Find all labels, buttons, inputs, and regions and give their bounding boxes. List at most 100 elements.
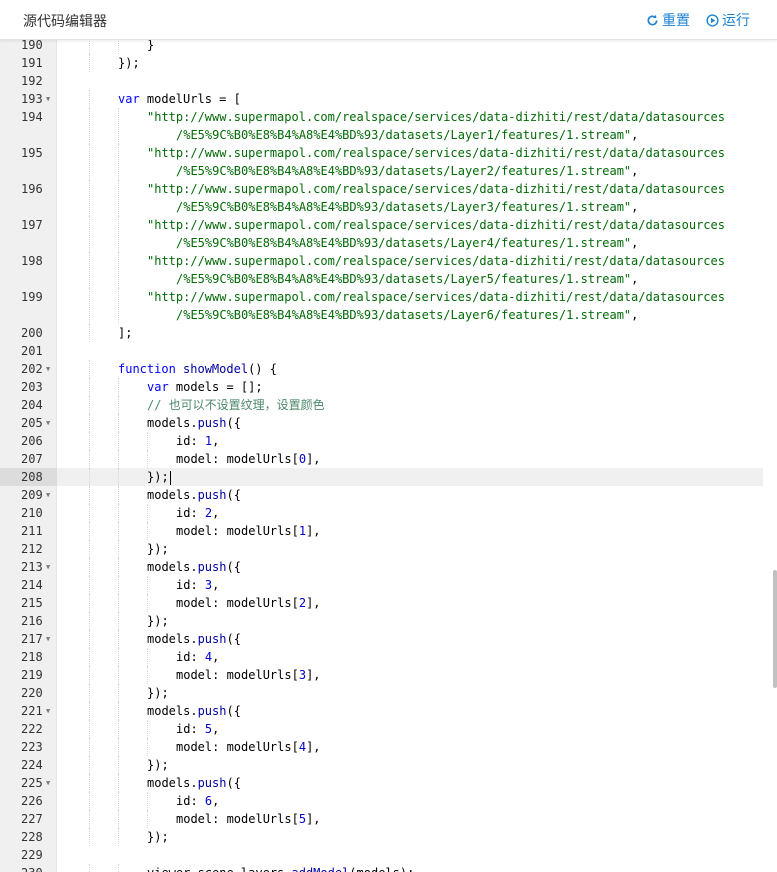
code-line[interactable]: 229 bbox=[0, 846, 777, 864]
line-number: 218 bbox=[21, 650, 43, 664]
code-line[interactable]: 213 ▼ models.push({ bbox=[0, 558, 777, 576]
line-number: 220 bbox=[21, 686, 43, 700]
code-line[interactable]: 221 ▼ models.push({ bbox=[0, 702, 777, 720]
code-line[interactable]: 197 "http://www.supermapol.com/realspace/… bbox=[0, 216, 777, 252]
code-content: model: modelUrls[0], bbox=[57, 450, 763, 468]
code-line[interactable]: 224}); bbox=[0, 756, 777, 774]
fold-arrow-icon[interactable]: ▼ bbox=[46, 558, 50, 576]
code-line[interactable]: 223 model: modelUrls[4], bbox=[0, 738, 777, 756]
code-line[interactable]: 228}); bbox=[0, 828, 777, 846]
code-content: id: 1, bbox=[57, 432, 763, 450]
code-editor[interactable]: 190} 191}); 192 193 ▼ var modelUrls = [194 "ht… bbox=[0, 40, 777, 872]
line-number: 228 bbox=[21, 830, 43, 844]
code-line[interactable]: 222 id: 5, bbox=[0, 720, 777, 738]
fold-arrow-icon[interactable]: ▼ bbox=[46, 774, 50, 792]
code-line[interactable]: 212}); bbox=[0, 540, 777, 558]
code-content: "http://www.supermapol.com/realspace/ser… bbox=[57, 144, 763, 180]
indent-guide bbox=[147, 594, 148, 612]
reset-button[interactable]: 重置 bbox=[646, 10, 690, 30]
code-line[interactable]: 195 "http://www.supermapol.com/realspace/… bbox=[0, 144, 777, 180]
code-line[interactable]: 220}); bbox=[0, 684, 777, 702]
code-line[interactable]: 200]; bbox=[0, 324, 777, 342]
code-text: model: modelUrls[3], bbox=[176, 668, 321, 682]
code-line[interactable]: 218 id: 4, bbox=[0, 648, 777, 666]
fold-arrow-icon[interactable]: ▼ bbox=[46, 702, 50, 720]
code-content: var models = []; bbox=[57, 378, 763, 396]
code-line[interactable]: 194 "http://www.supermapol.com/realspace/… bbox=[0, 108, 777, 144]
text-cursor bbox=[169, 470, 171, 485]
indent-guide bbox=[147, 576, 148, 594]
code-line[interactable]: 205 ▼ models.push({ bbox=[0, 414, 777, 432]
line-number: 190 bbox=[21, 40, 43, 52]
line-number: 216 bbox=[21, 614, 43, 628]
code-line[interactable]: 215 model: modelUrls[2], bbox=[0, 594, 777, 612]
indent-guide bbox=[89, 558, 90, 576]
indent-guide bbox=[89, 756, 90, 774]
code-text: }); bbox=[147, 686, 169, 700]
code-content: model: modelUrls[1], bbox=[57, 522, 763, 540]
code-line[interactable]: 226 id: 6, bbox=[0, 792, 777, 810]
code-text: "http://www.supermapol.com/realspace/ser… bbox=[147, 290, 725, 304]
line-number: 226 bbox=[21, 794, 43, 808]
code-text: "http://www.supermapol.com/realspace/ser… bbox=[147, 110, 725, 124]
indent-guide bbox=[89, 90, 90, 108]
run-button[interactable]: 运行 bbox=[706, 10, 750, 30]
line-number: 224 bbox=[21, 758, 43, 772]
code-line[interactable]: 190} bbox=[0, 40, 777, 54]
line-number: 203 bbox=[21, 380, 43, 394]
indent-guide bbox=[89, 828, 90, 846]
indent-guide bbox=[118, 576, 119, 594]
code-line[interactable]: 206 id: 1, bbox=[0, 432, 777, 450]
line-number: 206 bbox=[21, 434, 43, 448]
fold-arrow-icon[interactable]: ▼ bbox=[46, 630, 50, 648]
indent-guide bbox=[89, 252, 90, 288]
code-line[interactable]: 192 bbox=[0, 72, 777, 90]
code-text: // 也可以不设置纹理，设置颜色 bbox=[147, 398, 325, 412]
code-line[interactable]: 202 ▼ function showModel() { bbox=[0, 360, 777, 378]
code-text: models.push({ bbox=[147, 632, 241, 646]
code-line[interactable]: 209 ▼ models.push({ bbox=[0, 486, 777, 504]
line-number: 204 bbox=[21, 398, 43, 412]
indent-guide bbox=[89, 288, 90, 324]
line-number: 215 bbox=[21, 596, 43, 610]
fold-arrow-icon[interactable]: ▼ bbox=[46, 486, 50, 504]
code-line[interactable]: 208}); bbox=[0, 468, 777, 486]
code-line[interactable]: 201 bbox=[0, 342, 777, 360]
code-text: id: 1, bbox=[176, 434, 220, 448]
fold-arrow-icon[interactable]: ▼ bbox=[46, 90, 50, 108]
code-line[interactable]: 191}); bbox=[0, 54, 777, 72]
code-line[interactable]: 214 id: 3, bbox=[0, 576, 777, 594]
code-line[interactable]: 207 model: modelUrls[0], bbox=[0, 450, 777, 468]
code-line[interactable]: 198 "http://www.supermapol.com/realspace/… bbox=[0, 252, 777, 288]
code-content bbox=[57, 846, 763, 864]
line-number: 197 bbox=[21, 218, 43, 232]
code-line[interactable]: 211 model: modelUrls[1], bbox=[0, 522, 777, 540]
code-text: var models = []; bbox=[147, 380, 263, 394]
fold-arrow-icon[interactable]: ▼ bbox=[46, 360, 50, 378]
fold-arrow-icon[interactable]: ▼ bbox=[46, 414, 50, 432]
indent-guide bbox=[118, 810, 119, 828]
code-line[interactable]: 225 ▼ models.push({ bbox=[0, 774, 777, 792]
vertical-scrollbar[interactable] bbox=[773, 570, 777, 688]
indent-guide bbox=[89, 468, 90, 486]
indent-guide bbox=[118, 702, 119, 720]
code-line[interactable]: 216}); bbox=[0, 612, 777, 630]
code-line[interactable]: 199 "http://www.supermapol.com/realspace/… bbox=[0, 288, 777, 324]
code-line[interactable]: 210 id: 2, bbox=[0, 504, 777, 522]
code-line[interactable]: 204 // 也可以不设置纹理，设置颜色 bbox=[0, 396, 777, 414]
code-line[interactable]: 227 model: modelUrls[5], bbox=[0, 810, 777, 828]
code-line[interactable]: 230 viewer.scene.layers.addModel(models); bbox=[0, 864, 777, 872]
code-line[interactable]: 219 model: modelUrls[3], bbox=[0, 666, 777, 684]
code-line[interactable]: 196 "http://www.supermapol.com/realspace/… bbox=[0, 180, 777, 216]
code-content bbox=[57, 342, 763, 360]
indent-guide bbox=[89, 522, 90, 540]
code-line[interactable]: 193 ▼ var modelUrls = [ bbox=[0, 90, 777, 108]
code-line[interactable]: 203 var models = []; bbox=[0, 378, 777, 396]
line-number: 219 bbox=[21, 668, 43, 682]
indent-guide bbox=[147, 648, 148, 666]
line-number: 200 bbox=[21, 326, 43, 340]
indent-guide bbox=[118, 540, 119, 558]
indent-guide bbox=[118, 630, 119, 648]
code-line[interactable]: 217 ▼ models.push({ bbox=[0, 630, 777, 648]
code-text: viewer.scene.layers.addModel(models); bbox=[147, 864, 414, 872]
